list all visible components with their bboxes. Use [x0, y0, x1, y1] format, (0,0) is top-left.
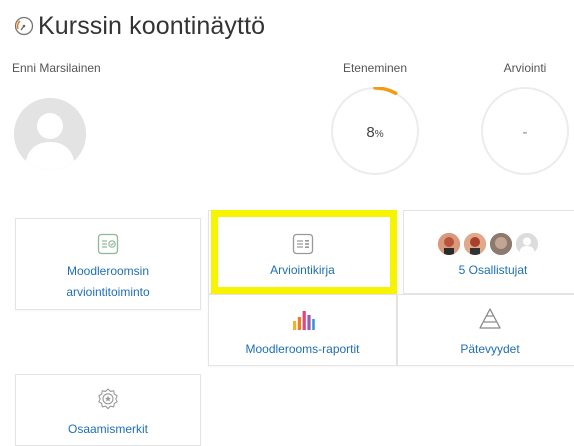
page-header: Kurssin koontinäyttö [14, 10, 265, 42]
tile-competencies[interactable]: Pätevyydet [397, 294, 574, 366]
tile-grading-tool[interactable]: Moodleroomsin arviointitoiminto [15, 218, 201, 310]
participant-avatar [463, 232, 487, 256]
tile-reports-label: Moodlerooms-raportit [245, 342, 360, 356]
user-name: Enni Marsilainen [12, 61, 101, 75]
tile-badges-label: Osaamismerkit [67, 422, 148, 436]
avatar[interactable] [14, 98, 86, 170]
reports-chart-icon [292, 311, 315, 330]
progress-value: 8% [331, 124, 419, 141]
badge-icon [98, 388, 118, 410]
competencies-pyramid-icon [479, 308, 501, 329]
progress-label: Eteneminen [342, 61, 408, 75]
tile-competencies-label: Pätevyydet [460, 342, 520, 356]
participant-avatar [489, 232, 513, 256]
dashboard-gauge-icon [14, 16, 34, 36]
progress-number: 8 [366, 124, 375, 141]
gradebook-icon [292, 233, 313, 255]
default-user-icon [14, 98, 86, 170]
progress-unit: % [374, 129, 384, 140]
tile-participants-label: 5 Osallistujat [458, 263, 528, 277]
participant-avatar [437, 232, 461, 256]
tile-grading-tool-label-line1: Moodleroomsin [66, 264, 150, 278]
participant-avatar-default [515, 232, 539, 256]
tile-gradebook[interactable]: Arviointikirja [208, 210, 397, 294]
grading-tool-icon [97, 233, 119, 255]
tile-gradebook-label: Arviointikirja [270, 263, 335, 277]
grade-value: - [522, 124, 528, 141]
page-title: Kurssin koontinäyttö [38, 11, 266, 40]
tile-reports[interactable]: Moodlerooms-raportit [208, 294, 397, 366]
tile-grading-tool-label-line2: arviointitoiminto [66, 285, 150, 299]
tile-participants[interactable]: 5 Osallistujat [403, 210, 574, 294]
grade-label: Arviointi [503, 61, 547, 75]
tile-badges[interactable]: Osaamismerkit [15, 374, 201, 446]
